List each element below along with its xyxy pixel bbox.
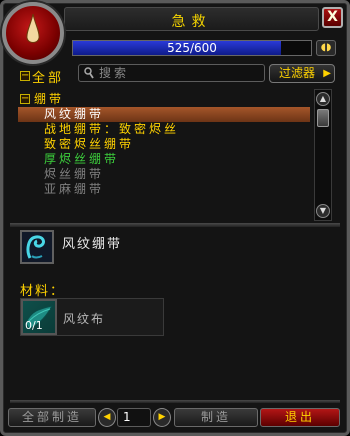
decrement-button[interactable]: ◀ [98,408,116,427]
skill-progress-bar: 525/600 [72,40,312,56]
reagent-count: 0/1 [25,319,43,332]
scroll-thumb[interactable] [317,109,329,127]
category-collapse-toggle[interactable]: − [20,94,30,104]
scroll-up-button[interactable]: ▲ [316,92,330,106]
skill-progress-text: 525/600 [167,41,217,55]
bandage-icon[interactable] [20,230,54,264]
profession-portrait [2,2,64,64]
recipe-row[interactable]: 致密烬丝绷带 [26,137,310,152]
craft-button[interactable]: 制造 [174,408,258,427]
search-box[interactable] [78,64,265,82]
all-label[interactable]: 全部 [32,67,64,86]
cloth-icon: 0/1 [21,299,57,335]
bottom-divider [10,400,340,403]
blood-drop-icon [26,14,40,43]
recipe-row[interactable]: 厚烬丝绷带 [26,152,310,167]
category-header[interactable]: 绷带 [34,90,64,107]
selected-item-name: 风纹绷带 [62,237,123,252]
filter-label: 过滤器 [279,66,316,80]
recipe-row[interactable]: 亚麻绷带 [26,182,310,197]
title-bar[interactable]: 急救 [64,7,319,31]
exit-button[interactable]: 退出 [260,408,340,427]
recipe-row[interactable]: 烬丝绷带 [26,167,310,182]
recipe-row[interactable]: 风纹绷带 [18,107,310,122]
increment-button[interactable]: ▶ [153,408,171,427]
recipe-scrollbar[interactable]: ▲ ▼ [314,89,332,221]
recipe-row[interactable]: 战地绷带：致密烬丝 [26,122,310,137]
filter-arrow-icon: ▶ [323,68,331,79]
collapse-all-toggle[interactable]: − [20,71,30,81]
close-button[interactable]: X [322,7,343,28]
materials-label: 材料： [20,284,66,299]
scroll-down-button[interactable]: ▼ [316,204,330,218]
craft-all-button[interactable]: 全部制造 [8,408,96,427]
search-input[interactable] [99,65,259,81]
magnifier-icon [84,67,94,79]
reagent-name: 风纹布 [63,312,106,326]
reagent-slot[interactable]: 0/1 风纹布 [20,298,164,336]
window-title: 急救 [171,14,212,30]
list-divider [10,223,340,227]
filter-button[interactable]: 过滤器 ▶ [269,64,335,83]
chat-bubble-icon[interactable]: ◖◗ [316,40,336,56]
quantity-input[interactable]: 1 [117,408,151,427]
